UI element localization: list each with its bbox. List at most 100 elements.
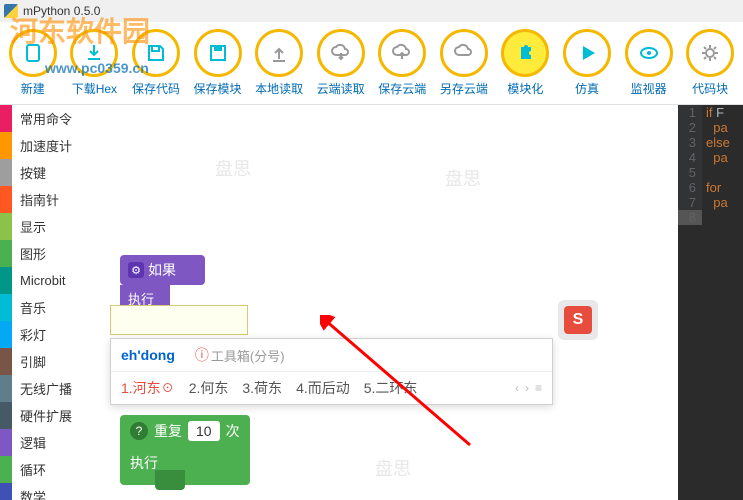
text-input[interactable] xyxy=(110,305,248,335)
block-if[interactable]: ⚙ 如果 xyxy=(120,255,205,285)
line-number: 2 xyxy=(678,120,702,135)
repeat-label: 重复 xyxy=(154,421,182,441)
ime-candidate[interactable]: 2.何东 xyxy=(189,378,229,398)
category-item[interactable]: 常用命令 xyxy=(0,105,95,132)
info-icon: ⓘ xyxy=(195,345,209,365)
category-color xyxy=(0,294,12,321)
code-line[interactable]: 6for xyxy=(678,180,743,195)
sogou-icon: S xyxy=(564,306,592,334)
toolbar-puzzle[interactable]: 模块化 xyxy=(495,29,557,97)
category-item[interactable]: 指南针 xyxy=(0,186,95,213)
toolbar-cloud-save[interactable]: 另存云端 xyxy=(433,29,495,97)
category-color xyxy=(0,348,12,375)
tool-label: 保存模块 xyxy=(194,80,242,97)
category-item[interactable]: 硬件扩展 xyxy=(0,402,95,429)
code-line[interactable]: 3else xyxy=(678,135,743,150)
repeat-count-input[interactable]: 10 xyxy=(188,421,220,441)
toolbar-save-disk[interactable]: 保存模块 xyxy=(187,29,249,97)
titlebar: mPython 0.5.0 xyxy=(0,0,743,22)
code-line[interactable]: 4 pa xyxy=(678,150,743,165)
category-item[interactable]: 引脚 xyxy=(0,348,95,375)
category-color xyxy=(0,105,12,132)
category-item[interactable]: 循环 xyxy=(0,456,95,483)
ime-input-text: eh'dong xyxy=(121,347,175,363)
toolbar: 新建下载Hex 保存代码保存模块本地读取云端读取保存云端另存云端模块化仿真 监视器 代… xyxy=(0,22,743,105)
toolbar-save[interactable]: 保存代码 xyxy=(125,29,187,97)
tool-label: 代码块 xyxy=(692,80,728,97)
gear-icon[interactable]: ⚙ xyxy=(128,262,144,278)
category-color xyxy=(0,429,12,456)
toolbar-upload[interactable]: 本地读取 xyxy=(248,29,310,97)
category-label: 常用命令 xyxy=(20,109,72,128)
help-icon[interactable]: ? xyxy=(130,422,148,440)
python-icon xyxy=(4,4,18,18)
toolbar-cloud-up[interactable]: 保存云端 xyxy=(371,29,433,97)
code-line[interactable]: 1if F xyxy=(678,105,743,120)
category-color xyxy=(0,267,12,294)
code-text: pa xyxy=(702,120,728,135)
ime-candidate[interactable]: 1.河东☉ xyxy=(121,378,175,398)
category-color xyxy=(0,159,12,186)
category-item[interactable]: 音乐 xyxy=(0,294,95,321)
category-item[interactable]: 逻辑 xyxy=(0,429,95,456)
line-number: 4 xyxy=(678,150,702,165)
category-item[interactable]: 无线广播 xyxy=(0,375,95,402)
category-item[interactable]: Microbit xyxy=(0,267,95,294)
category-item[interactable]: 显示 xyxy=(0,213,95,240)
category-item[interactable]: 数学 xyxy=(0,483,95,500)
ime-candidate[interactable]: 4.而后动 xyxy=(296,378,350,398)
category-color xyxy=(0,186,12,213)
category-label: 指南针 xyxy=(20,190,59,209)
code-text xyxy=(702,165,706,180)
tool-label: 保存云端 xyxy=(378,80,426,97)
code-panel[interactable]: 1if F2 pa3else4 pa56for 7 pa8 xyxy=(678,105,743,500)
line-number: 7 xyxy=(678,195,702,210)
chevron-left-icon[interactable]: ‹ xyxy=(515,381,519,395)
category-item[interactable]: 按键 xyxy=(0,159,95,186)
category-label: 彩灯 xyxy=(20,325,46,344)
code-line[interactable]: 7 pa xyxy=(678,195,743,210)
bg-watermark: 盘思 xyxy=(215,155,251,181)
code-text: if F xyxy=(702,105,724,120)
toolbar-gear[interactable]: 代码块 xyxy=(679,29,741,97)
code-line[interactable]: 2 pa xyxy=(678,120,743,135)
toolbar-cloud-down[interactable]: 云端读取 xyxy=(310,29,372,97)
line-number: 1 xyxy=(678,105,702,120)
block-notch xyxy=(155,470,185,490)
ime-panel[interactable]: eh'dong ⓘ 工具箱(分号) 1.河东☉ 2.何东 3.荷东 4.而后动 5.二环… xyxy=(110,338,553,405)
category-label: Microbit xyxy=(20,273,66,288)
workspace[interactable]: 盘思 盘思 盘思 盘思 ⚙ 如果 执行 S eh'dong ⓘ 工具箱(分号) … xyxy=(95,105,678,500)
category-label: 无线广播 xyxy=(20,379,72,398)
category-label: 硬件扩展 xyxy=(20,406,72,425)
category-item[interactable]: 图形 xyxy=(0,240,95,267)
line-number: 6 xyxy=(678,180,702,195)
category-label: 引脚 xyxy=(20,352,46,371)
ime-nav[interactable]: ‹ › ≡ xyxy=(515,381,542,395)
code-line[interactable]: 8 xyxy=(678,210,743,225)
category-item[interactable]: 彩灯 xyxy=(0,321,95,348)
code-text xyxy=(702,210,706,225)
toolbar-file-new[interactable]: 新建 xyxy=(2,29,64,97)
category-item[interactable]: 加速度计 xyxy=(0,132,95,159)
tool-label: 仿真 xyxy=(575,80,599,97)
category-color xyxy=(0,375,12,402)
tool-label: 下载Hex xyxy=(72,80,117,97)
toolbar-download[interactable]: 下载Hex xyxy=(64,29,126,97)
if-label: 如果 xyxy=(148,260,176,280)
category-color xyxy=(0,321,12,348)
toolbar-play[interactable]: 仿真 xyxy=(556,29,618,97)
menu-icon[interactable]: ≡ xyxy=(535,381,542,395)
tool-label: 另存云端 xyxy=(440,80,488,97)
toolbar-eye[interactable]: 监视器 xyxy=(618,29,680,97)
category-label: 数学 xyxy=(20,487,46,500)
category-color xyxy=(0,132,12,159)
code-line[interactable]: 5 xyxy=(678,165,743,180)
bg-watermark: 盘思 xyxy=(445,165,481,191)
ime-candidate[interactable]: 5.二环东 xyxy=(364,378,418,398)
ime-hint: 工具箱(分号) xyxy=(211,346,285,365)
chevron-right-icon[interactable]: › xyxy=(525,381,529,395)
repeat-exec: 执行 xyxy=(130,455,158,471)
repeat-times-label: 次 xyxy=(226,421,240,441)
tool-label: 监视器 xyxy=(631,80,667,97)
ime-candidate[interactable]: 3.荷东 xyxy=(242,378,282,398)
